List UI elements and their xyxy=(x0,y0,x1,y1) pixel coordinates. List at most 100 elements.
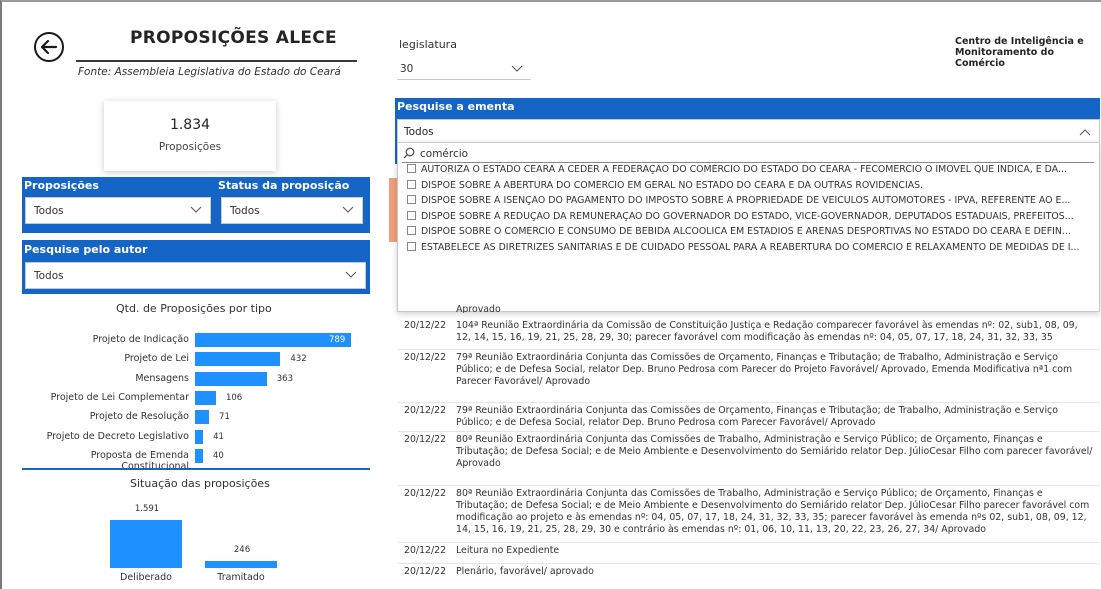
column-bar[interactable] xyxy=(205,560,277,568)
ementa-option-label: DISPÕE SOBRE A ABERTURA DO COMÉRCIO EM G… xyxy=(421,179,924,191)
history-text: 79ª Reunião Extraordinária Conjunta das … xyxy=(456,352,1073,387)
autor-dropdown[interactable]: Todos xyxy=(25,262,366,289)
kpi-label: Proposições xyxy=(158,141,222,153)
row-separator xyxy=(398,349,1100,350)
ementa-option-label: DISPÕE SOBRE A REDUÇÃO DA REMUNERAÇÃO DO… xyxy=(421,210,1074,222)
bar-category-label: Projeto de Decreto Legislativo xyxy=(46,430,189,442)
row-separator xyxy=(398,563,1100,564)
bar-value-label: 789 xyxy=(329,335,346,345)
ementa-option-label: DISPÕE SOBRE A ISENÇÃO DO PAGAMENTO DO I… xyxy=(421,195,1071,206)
ementa-option-label: DISPÕE SOBRE O COMÉRCIO E CONSUMO DE BEB… xyxy=(421,226,1071,237)
ementa-option[interactable]: AUTORIZA O ESTADO CEARÁ A CEDER À FEDERA… xyxy=(407,164,1095,179)
checkbox[interactable] xyxy=(407,179,416,189)
chevron-down-icon xyxy=(342,206,354,213)
ementa-option-label: ESTABELECE AS DIRETRIZES SANITÁRIAS E DE… xyxy=(421,241,1080,253)
arrow-left-circle-icon xyxy=(40,39,58,55)
history-date: 20/12/22 xyxy=(404,545,447,556)
bar-value-label: 106 xyxy=(225,392,243,403)
type-status-slicer-panel: Proposições Status da proposição Todos T… xyxy=(22,177,370,233)
bar[interactable] xyxy=(195,371,267,386)
history-date: 20/12/22 xyxy=(404,352,447,363)
ementa-slicer-label: Pesquise a ementa xyxy=(397,100,515,113)
kpi-value: 1.834 xyxy=(169,117,211,133)
chevron-up-icon xyxy=(1079,129,1091,136)
ementa-option[interactable]: DISPÕE SOBRE O COMÉRCIO E CONSUMO DE BEB… xyxy=(407,226,1095,241)
ementa-search-input[interactable] xyxy=(402,146,1094,163)
row-separator xyxy=(398,431,1100,432)
history-text: 80ª Reunião Extraordinária Conjunta das … xyxy=(456,488,1090,535)
checkbox[interactable] xyxy=(407,210,416,220)
ementa-option[interactable]: ESTABELECE AS DIRETRIZES SANITÁRIAS E DE… xyxy=(407,241,1095,257)
status-dropdown-value: Todos xyxy=(230,205,260,217)
history-text: Leitura no Expediente xyxy=(456,545,560,556)
column-chart-title: Situação das proposições xyxy=(130,477,270,490)
ementa-dropdown[interactable]: Todos xyxy=(397,119,1100,144)
status-slicer-label: Status da proposição xyxy=(218,179,350,192)
bar-value-label: 71 xyxy=(219,412,230,423)
bar[interactable] xyxy=(195,333,351,347)
ementa-option[interactable]: DISPÕE SOBRE A ABERTURA DO COMÉRCIO EM G… xyxy=(407,179,1095,195)
bar-chart-title: Qtd. de Proposições por tipo xyxy=(116,302,272,315)
column-category-label: Tramitado xyxy=(217,572,265,583)
history-date: 20/12/22 xyxy=(404,320,447,331)
history-text: Plenário, favorável/ aprovado xyxy=(456,566,594,577)
chevron-down-icon xyxy=(345,271,357,278)
history-text: 79ª Reunião Extraordinária Conjunta das … xyxy=(456,405,1058,428)
bar-category-label: Projeto de Indicação xyxy=(92,334,189,345)
org-name-line2: Monitoramento do Comércio xyxy=(955,47,1054,69)
checkbox[interactable] xyxy=(407,164,416,173)
proposicoes-dropdown-value: Todos xyxy=(34,205,64,217)
legislatura-dropdown[interactable]: 30 xyxy=(397,58,531,80)
row-separator xyxy=(398,542,1100,543)
ementa-option[interactable]: DISPÕE SOBRE A ISENÇÃO DO PAGAMENTO DO I… xyxy=(407,195,1095,210)
bar-value-label: 432 xyxy=(290,354,307,365)
back-button[interactable] xyxy=(34,32,64,62)
ementa-option[interactable]: DISPÕE SOBRE A REDUÇÃO DA REMUNERAÇÃO DO… xyxy=(407,210,1095,226)
proposicoes-dropdown[interactable]: Todos xyxy=(25,197,211,224)
checkbox[interactable] xyxy=(407,195,416,204)
autor-dropdown-value: Todos xyxy=(34,270,64,282)
bar[interactable] xyxy=(195,429,204,444)
ementa-dropdown-popup: AUTORIZA O ESTADO CEARÁ A CEDER À FEDERA… xyxy=(397,142,1100,312)
checkbox[interactable] xyxy=(407,241,416,251)
legislatura-value: 30 xyxy=(400,63,414,75)
bar[interactable] xyxy=(195,410,210,425)
autor-slicer-panel: Pesquise pelo autor Todos xyxy=(22,240,370,294)
background-strip xyxy=(389,178,397,242)
checkbox[interactable] xyxy=(407,226,416,235)
row-separator xyxy=(398,485,1100,486)
kpi-card: 1.834 Proposições xyxy=(104,101,276,171)
org-name: Centro de Inteligência e Monitoramento d… xyxy=(955,36,1101,69)
history-text: 80ª Reunião Extraordinária Conjunta das … xyxy=(456,434,1093,469)
status-dropdown[interactable]: Todos xyxy=(221,197,363,224)
column-category-label: Deliberado xyxy=(120,572,172,583)
chevron-down-icon xyxy=(511,65,523,72)
column-value-label: 1.591 xyxy=(134,504,160,514)
history-date: 20/12/22 xyxy=(404,405,447,416)
bar[interactable] xyxy=(195,448,203,463)
column-value-label: 246 xyxy=(233,544,251,555)
bar-category-label: Mensagens xyxy=(135,372,189,384)
legislatura-label: legislatura xyxy=(399,38,457,51)
partial-row-text: Aprovado xyxy=(456,304,501,313)
column-bar[interactable] xyxy=(110,520,182,568)
bar-value-label: 40 xyxy=(213,450,224,461)
row-separator xyxy=(398,402,1100,403)
bar-value-label: 41 xyxy=(213,431,224,442)
bar-value-label: 363 xyxy=(276,373,293,384)
history-date: 20/12/22 xyxy=(404,434,447,445)
history-text: 104ª Reunião Extraordinária da Comissão … xyxy=(456,320,1078,343)
page-subtitle: Fonte: Assembleia Legislativa do Estado … xyxy=(78,66,341,78)
bar-category-label: Projeto de Resolução xyxy=(89,411,189,423)
bar-category-label: Projeto de Lei Complementar xyxy=(50,391,189,403)
bar[interactable] xyxy=(195,390,216,405)
section-divider xyxy=(22,468,370,470)
proposicoes-slicer-label: Proposições xyxy=(24,179,99,192)
history-date: 20/12/22 xyxy=(404,566,447,577)
ementa-dropdown-value: Todos xyxy=(404,126,434,138)
bar[interactable] xyxy=(195,352,281,367)
bar-category-label: Projeto de Lei xyxy=(124,353,189,365)
history-date: 20/12/22 xyxy=(404,488,447,499)
page-title: PROPOSIÇÕES ALECE xyxy=(130,28,337,48)
ementa-option-label: AUTORIZA O ESTADO CEARÁ A CEDER À FEDERA… xyxy=(421,164,1067,175)
